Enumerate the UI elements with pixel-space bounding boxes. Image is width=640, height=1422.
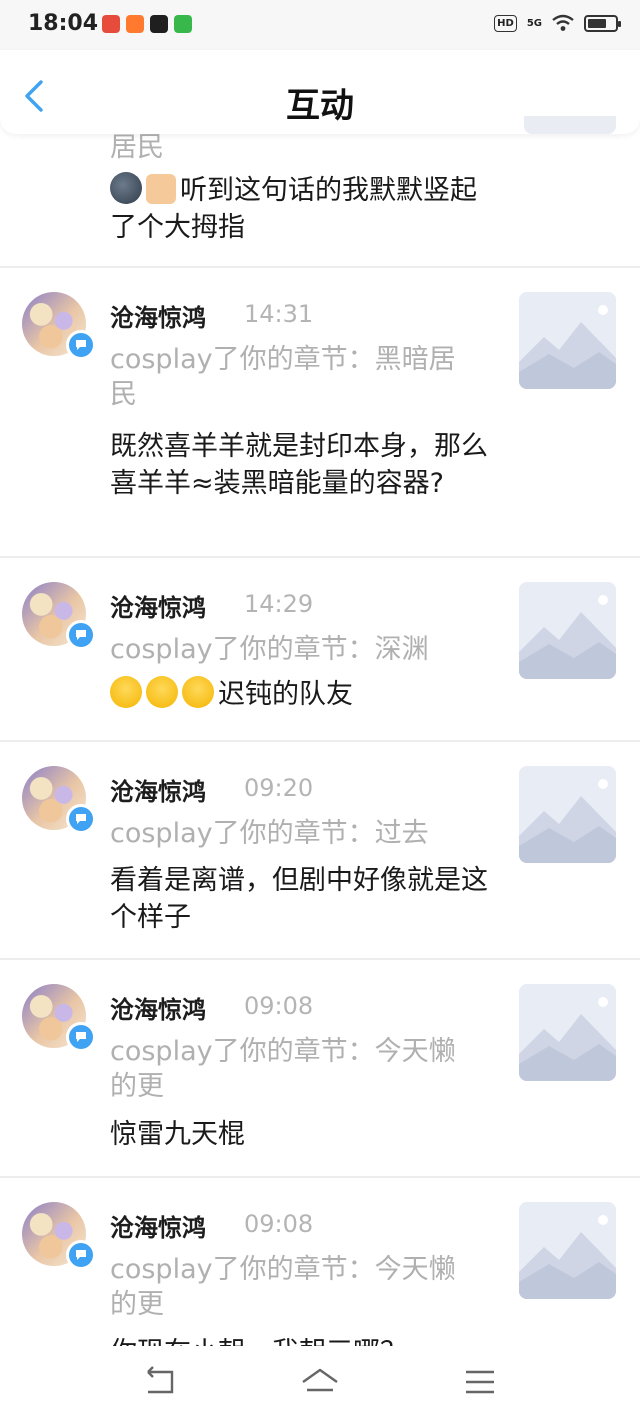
- speech-bubble-icon: [76, 1250, 86, 1260]
- post-thumbnail: [524, 116, 616, 134]
- comment-badge: [66, 330, 96, 360]
- comment-badge: [66, 1240, 96, 1270]
- status-time: 18:04: [28, 11, 99, 36]
- list-item[interactable]: 沧海惊鸿 14:29 cosplay了你的章节：深渊 迟钝的队友: [0, 558, 640, 742]
- comment-badge: [66, 804, 96, 834]
- hd-icon: HD: [494, 14, 517, 32]
- iqiyi-icon: [174, 15, 192, 33]
- laughing-icon: [182, 676, 214, 708]
- speech-bubble-icon: [76, 630, 86, 640]
- tiktok-icon: [150, 15, 168, 33]
- app-header: 互动: [0, 50, 640, 134]
- system-nav-bar: [0, 1346, 640, 1422]
- home-icon[interactable]: [300, 1364, 340, 1400]
- wifi-icon: [552, 14, 574, 31]
- thumbs-up-icon: [146, 174, 176, 204]
- timestamp: 09:08: [244, 992, 314, 1020]
- mountain-placeholder-icon: [519, 582, 616, 679]
- comment-badge: [66, 620, 96, 650]
- laughing-icon: [146, 676, 178, 708]
- post-thumbnail[interactable]: [519, 582, 616, 679]
- chapter-ref: 居民: [110, 134, 164, 163]
- timestamp: 09:08: [244, 1210, 314, 1238]
- list-item[interactable]: 沧海惊鸿 09:20 cosplay了你的章节：过去 看着是离谱，但剧中好像就是…: [0, 742, 640, 960]
- post-thumbnail[interactable]: [519, 1202, 616, 1299]
- comment-text: 迟钝的队友: [110, 676, 490, 713]
- comment-text: 看着是离谱，但剧中好像就是这个样子: [110, 865, 488, 933]
- list-item[interactable]: 沧海惊鸿 09:08 cosplay了你的章节：今天懒的更 惊雷九天棍: [0, 960, 640, 1178]
- timestamp: 14:31: [244, 300, 314, 328]
- chapter-ref[interactable]: cosplay了你的章节：黑暗居民: [110, 342, 476, 412]
- status-right: HD 5G: [494, 14, 621, 32]
- menu-icon[interactable]: [460, 1364, 500, 1400]
- comment-text: 听到这句话的我默默竖起了个大拇指: [110, 172, 490, 246]
- mountain-placeholder-icon: [519, 1202, 616, 1299]
- post-thumbnail[interactable]: [519, 984, 616, 1081]
- app-icon: [126, 15, 144, 33]
- comment-text: 惊雷九天棍: [110, 1119, 245, 1150]
- speech-bubble-icon: [76, 1032, 86, 1042]
- speech-bubble-icon: [76, 814, 86, 824]
- chapter-ref[interactable]: cosplay了你的章节：今天懒的更: [110, 1252, 476, 1322]
- chapter-ref[interactable]: cosplay了你的章节：过去: [110, 816, 476, 851]
- speech-bubble-icon: [76, 340, 86, 350]
- comment-text: 你现在小朝，我朝三哪？: [110, 1334, 490, 1346]
- status-bar: 18:04 HD 5G: [0, 0, 640, 50]
- list-item[interactable]: 居民 听到这句话的我默默竖起了个大拇指: [0, 134, 640, 268]
- user-name[interactable]: 沧海惊鸿: [110, 990, 206, 1025]
- list-item[interactable]: 沧海惊鸿 09:08 cosplay了你的章节：今天懒的更 你现在小朝，我朝三哪…: [0, 1178, 640, 1346]
- user-name[interactable]: 沧海惊鸿: [110, 588, 206, 623]
- user-name[interactable]: 沧海惊鸿: [110, 772, 206, 807]
- user-name[interactable]: 沧海惊鸿: [110, 1208, 206, 1243]
- list-item[interactable]: 沧海惊鸿 14:31 cosplay了你的章节：黑暗居民 既然喜羊羊就是封印本身…: [0, 268, 640, 558]
- signal-icon: 5G: [526, 17, 542, 29]
- mountain-placeholder-icon: [519, 292, 616, 389]
- mountain-placeholder-icon: [519, 766, 616, 863]
- comment-badge: [66, 1022, 96, 1052]
- interaction-list: 居民 听到这句话的我默默竖起了个大拇指 沧海惊鸿 14:31 cosplay了你…: [0, 134, 640, 1346]
- chapter-ref[interactable]: cosplay了你的章节：今天懒的更: [110, 1034, 476, 1104]
- post-thumbnail[interactable]: [519, 766, 616, 863]
- notification-icons: [102, 15, 192, 33]
- toutiao-icon: [102, 15, 120, 33]
- user-name[interactable]: 沧海惊鸿: [110, 298, 206, 333]
- timestamp: 09:20: [244, 774, 314, 802]
- battery-icon: [584, 14, 621, 32]
- comment-text: 既然喜羊羊就是封印本身，那么喜羊羊≈装黑暗能量的容器?: [110, 431, 488, 499]
- post-thumbnail[interactable]: [519, 292, 616, 389]
- return-icon[interactable]: [140, 1364, 180, 1400]
- moon-face-icon: [110, 172, 142, 204]
- mountain-placeholder-icon: [519, 984, 616, 1081]
- chapter-ref[interactable]: cosplay了你的章节：深渊: [110, 632, 476, 667]
- timestamp: 14:29: [244, 590, 314, 618]
- laughing-icon: [110, 676, 142, 708]
